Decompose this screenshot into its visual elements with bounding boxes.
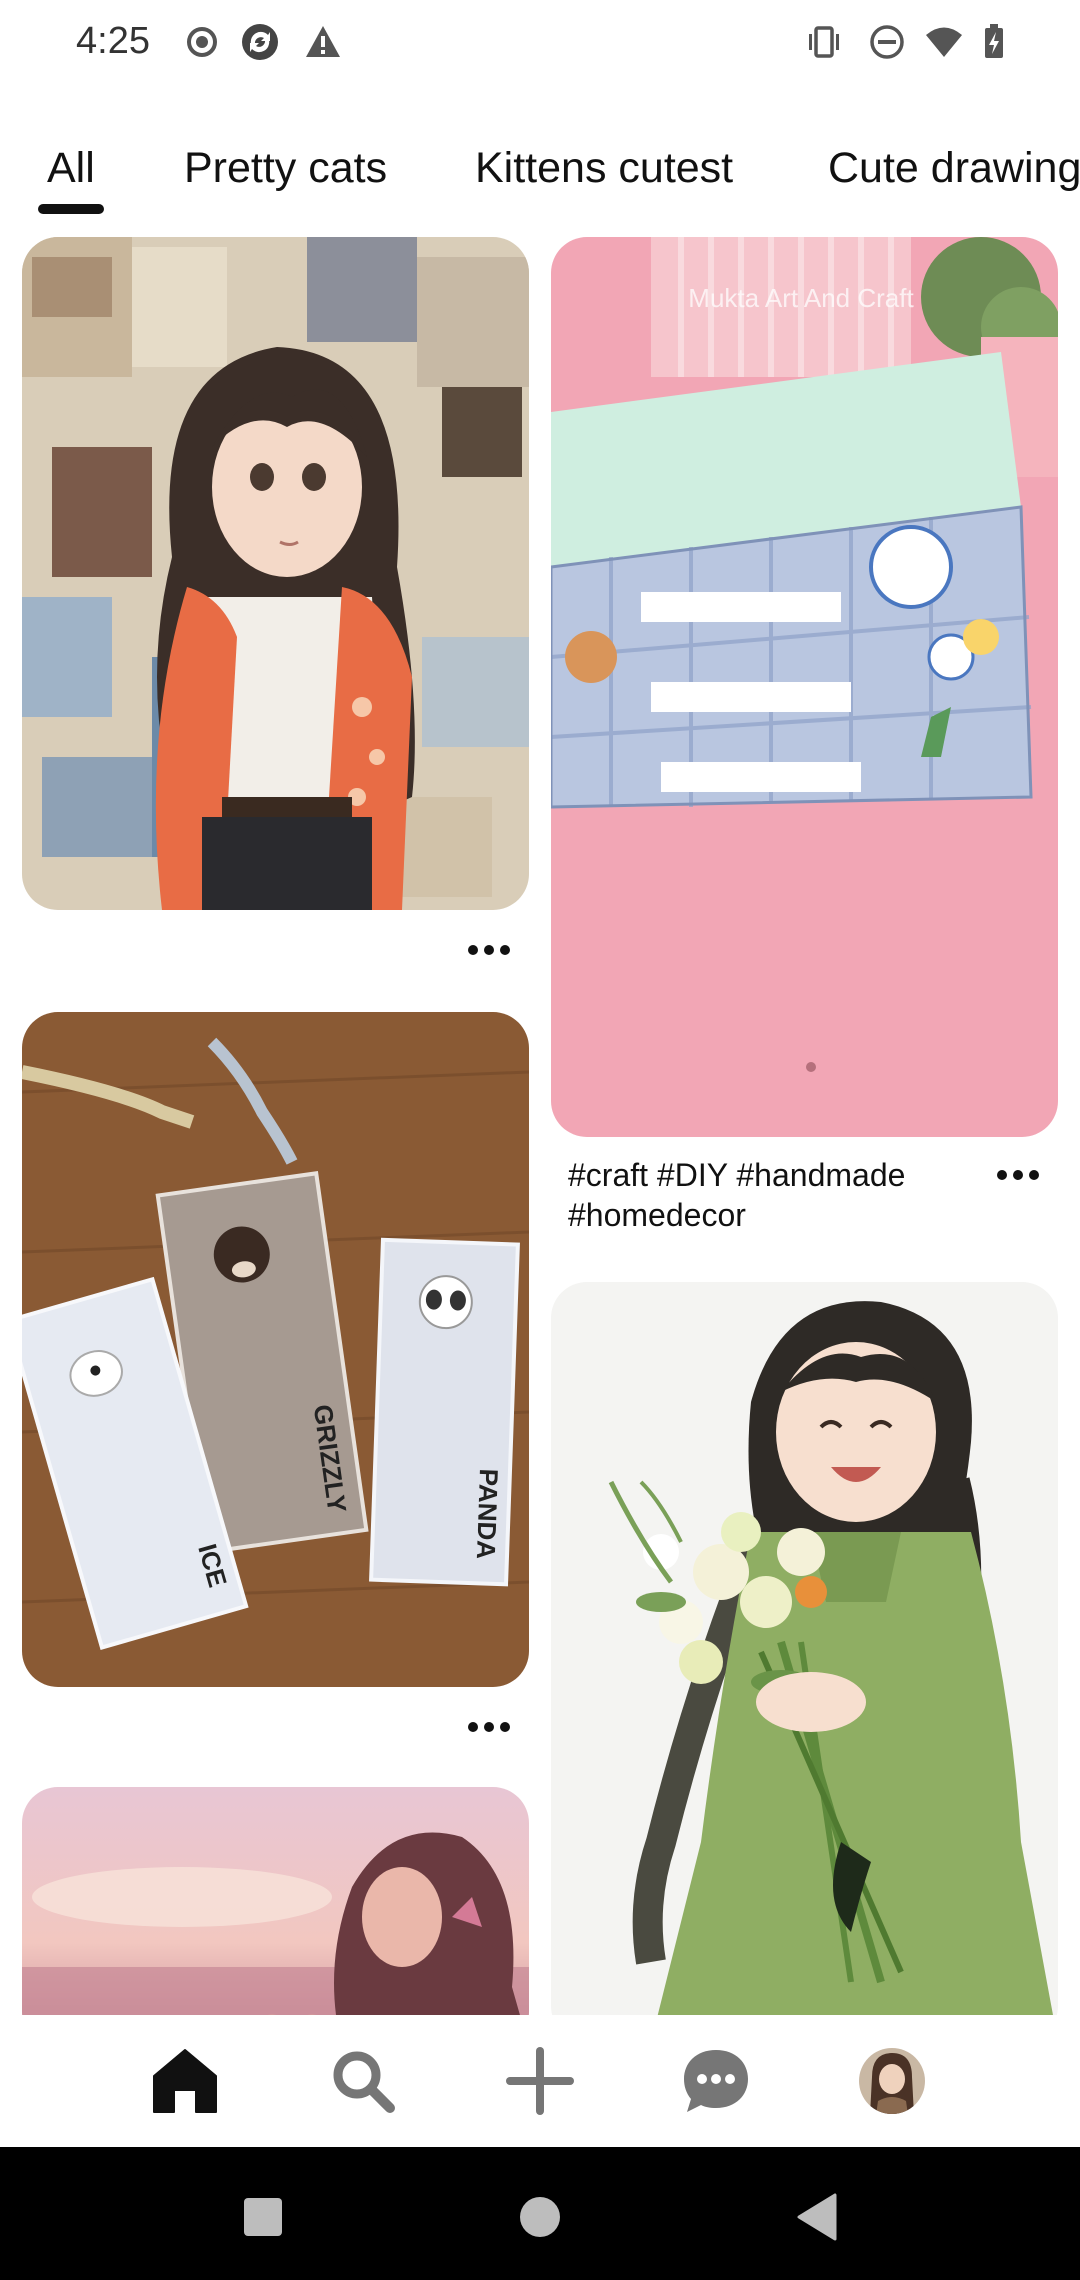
pin-caption: #craft #DIY #handmade #homedecor: [568, 1157, 906, 1233]
messages-icon: [684, 2050, 748, 2112]
pin-image: [551, 1282, 1058, 2015]
board-tabs: All Pretty cats Kittens cutest Cute draw…: [0, 130, 1080, 220]
pin-image: Mukta Art And Craft: [551, 237, 1058, 1137]
tab-pretty-cats[interactable]: Pretty cats: [184, 144, 387, 193]
pin-more-button[interactable]: [988, 1160, 1048, 1190]
pin-feed[interactable]: Mukta Art And Craft #craft #DIY #handmad…: [0, 230, 1080, 2015]
pin-more-button[interactable]: [459, 935, 519, 965]
create-icon: [506, 2047, 574, 2115]
vibrate-icon: [809, 26, 839, 58]
pin-image: [22, 237, 529, 910]
nav-create-button[interactable]: [494, 2035, 586, 2127]
back-icon: [797, 2193, 837, 2241]
home-circle-icon: [520, 2197, 560, 2237]
record-icon: [187, 27, 217, 57]
status-time: 4:25: [76, 20, 150, 62]
tab-all[interactable]: All: [47, 144, 95, 193]
nav-search-button[interactable]: [317, 2035, 409, 2127]
bottom-navigation: [0, 2015, 1080, 2147]
pin-bookmarks[interactable]: GRIZZLY PANDA ICE: [22, 1012, 529, 1687]
home-icon: [153, 2049, 217, 2113]
recents-button[interactable]: [233, 2187, 293, 2247]
profile-avatar: [859, 2048, 925, 2114]
bookmark-panda-label: PANDA: [471, 1468, 504, 1560]
nav-home-button[interactable]: [139, 2035, 231, 2127]
pin-more-button[interactable]: [459, 1712, 519, 1742]
watermark-text: Mukta Art And Craft: [688, 283, 914, 313]
system-navigation-bar: [0, 2147, 1080, 2280]
sync-icon: [242, 24, 278, 60]
pin-anime-girl-collage[interactable]: [22, 237, 529, 910]
nav-messages-button[interactable]: [670, 2035, 762, 2127]
status-bar: 4:25: [0, 0, 1080, 88]
home-system-button[interactable]: [510, 2187, 570, 2247]
tab-kittens-cutest[interactable]: Kittens cutest: [475, 144, 733, 193]
recents-icon: [244, 2198, 282, 2236]
dnd-icon: [870, 25, 904, 59]
pin-sunset-girl[interactable]: [22, 1787, 529, 2015]
tab-cute-drawing[interactable]: Cute drawing: [828, 144, 1080, 193]
wifi-icon: [926, 27, 962, 57]
pin-image: GRIZZLY PANDA ICE: [22, 1012, 529, 1687]
nav-profile-button[interactable]: [846, 2035, 938, 2127]
back-button[interactable]: [787, 2187, 847, 2247]
pin-craft-drawers[interactable]: Mukta Art And Craft: [551, 237, 1058, 1137]
selected-tab-indicator: [38, 204, 104, 214]
search-icon: [333, 2051, 395, 2113]
battery-icon: [985, 24, 1003, 58]
pin-image: [22, 1787, 529, 2015]
warning-icon: [306, 26, 340, 57]
pin-flower-girl[interactable]: [551, 1282, 1058, 2015]
